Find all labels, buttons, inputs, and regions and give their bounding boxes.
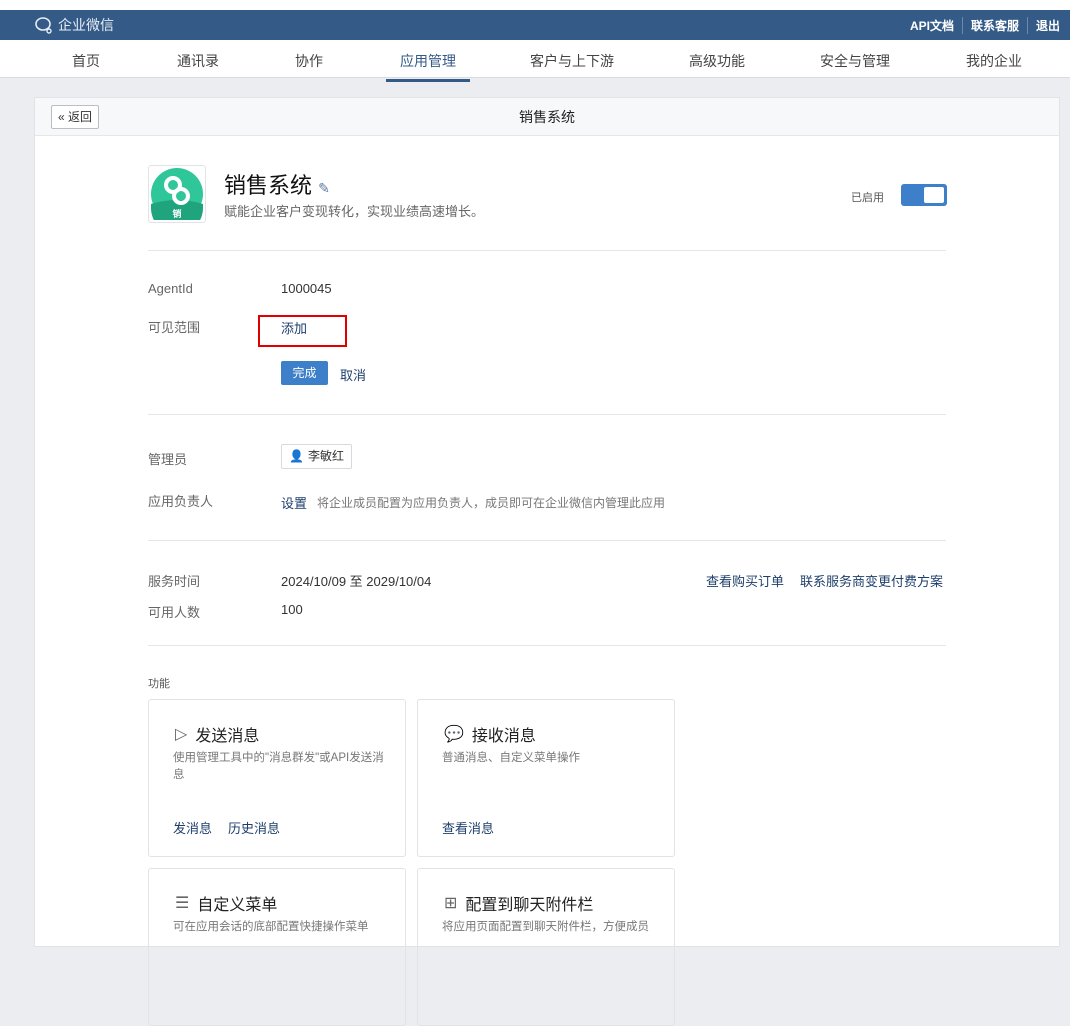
features-label: 功能 (148, 678, 170, 690)
top-strip (0, 0, 1070, 10)
done-button[interactable]: 完成 (281, 361, 328, 385)
admin-name: 李敏红 (307, 449, 344, 463)
nav-collaboration[interactable]: 协作 (295, 51, 323, 71)
set-owner-link[interactable]: 设置 (281, 493, 307, 512)
app-detail-card: « 返回 销售系统 销 销售系统 ✎ 赋能企业客户变现转化，实现业绩高速增长。 … (34, 97, 1060, 1026)
user-count-label: 可用人数 (148, 605, 201, 620)
toolbar-add-icon: ⊞ (444, 895, 458, 912)
visible-scope-label: 可见范围 (148, 320, 201, 335)
brand-logo[interactable]: 企业微信 (34, 15, 114, 35)
app-icon: 销 (148, 165, 206, 234)
page-title: 销售系统 (519, 109, 575, 125)
enable-toggle[interactable] (901, 184, 947, 206)
view-messages-link[interactable]: 查看消息 (442, 821, 494, 836)
contact-provider-link[interactable]: 联系服务商变更付费方案 (800, 571, 943, 590)
add-scope-link[interactable]: 添加 (281, 318, 307, 337)
feature-card-send-message: ▷ 发送消息 使用管理工具中的"消息群发"或API发送消息 发消息 历史消息 (148, 699, 406, 857)
app-description: 赋能企业客户变现转化，实现业绩高速增长。 (224, 204, 485, 219)
feature-title: 自定义菜单 (197, 897, 278, 914)
enabled-status: 已启用 (851, 192, 884, 204)
feature-title: 发送消息 (195, 728, 260, 745)
menu-icon: ☰ (175, 895, 190, 912)
owner-hint: 将企业成员配置为应用负责人，成员即可在企业微信内管理此应用 (317, 496, 666, 510)
admin-chip[interactable]: 👤 李敏红 (281, 444, 352, 469)
feature-card-chat-toolbar: ⊞ 配置到聊天附件栏 将应用页面配置到聊天附件栏，方便成员 (417, 868, 675, 1026)
top-header: 企业微信 API文档 联系客服 退出 (0, 10, 1070, 40)
nav-customers[interactable]: 客户与上下游 (530, 51, 614, 71)
nav-home[interactable]: 首页 (72, 51, 100, 71)
feature-card-custom-menu: ☰ 自定义菜单 可在应用会话的底部配置快捷操作菜单 (148, 868, 406, 1026)
send-message-link[interactable]: 发消息 (173, 821, 212, 836)
feature-card-receive-message: 💬 接收消息 普通消息、自定义菜单操作 查看消息 (417, 699, 675, 857)
svg-text:销: 销 (172, 208, 181, 219)
user-count-value: 100 (281, 602, 303, 617)
back-label: 返回 (68, 110, 93, 124)
service-time-label: 服务时间 (148, 574, 201, 589)
nav-advanced[interactable]: 高级功能 (689, 51, 745, 71)
agentid-value: 1000045 (281, 281, 332, 296)
contact-support-link[interactable]: 联系客服 (961, 16, 1027, 34)
divider (148, 250, 946, 251)
logout-link[interactable]: 退出 (1026, 16, 1060, 34)
feature-desc: 可在应用会话的底部配置快捷操作菜单 (173, 921, 369, 933)
user-icon: 👤 (289, 449, 304, 463)
feature-desc: 使用管理工具中的"消息群发"或API发送消息 (173, 752, 384, 781)
nav-contacts[interactable]: 通讯录 (177, 51, 219, 71)
admin-label: 管理员 (148, 452, 188, 467)
nav-app-management[interactable]: 应用管理 (386, 51, 470, 82)
divider (148, 414, 946, 415)
send-icon: ▷ (175, 726, 188, 743)
feature-title: 接收消息 (471, 728, 536, 745)
api-docs-link[interactable]: API文档 (902, 17, 962, 34)
chat-bubble-icon: 💬 (444, 726, 464, 743)
nav-my-company[interactable]: 我的企业 (966, 51, 1022, 71)
brand-name: 企业微信 (58, 17, 114, 33)
wecom-logo-icon (35, 17, 52, 34)
divider (148, 540, 946, 541)
nav-security[interactable]: 安全与管理 (820, 51, 890, 71)
main-nav: 首页 通讯录 协作 应用管理 客户与上下游 高级功能 安全与管理 我的企业 (0, 40, 1070, 82)
app-logo-icon: 销 (151, 168, 203, 234)
feature-desc: 普通消息、自定义菜单操作 (442, 752, 580, 764)
feature-desc: 将应用页面配置到聊天附件栏，方便成员 (442, 921, 649, 933)
agentid-label: AgentId (148, 281, 193, 296)
feature-title: 配置到聊天附件栏 (465, 897, 594, 914)
owner-label: 应用负责人 (148, 494, 214, 509)
view-orders-link[interactable]: 查看购买订单 (706, 571, 784, 590)
service-time-value: 2024/10/09 至 2029/10/04 (281, 574, 432, 589)
edit-pencil-icon[interactable]: ✎ (318, 180, 330, 196)
cancel-button[interactable]: 取消 (340, 365, 366, 384)
back-button[interactable]: « 返回 (51, 105, 100, 129)
app-name: 销售系统 ✎ (224, 173, 330, 198)
divider (148, 645, 946, 646)
history-message-link[interactable]: 历史消息 (228, 821, 280, 836)
